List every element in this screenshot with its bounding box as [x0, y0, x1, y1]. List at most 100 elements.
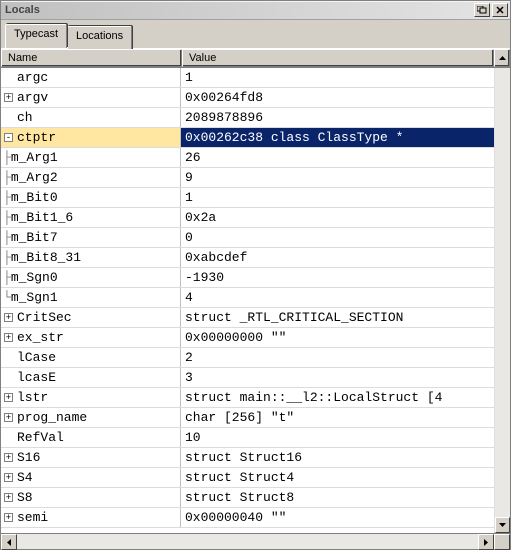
expand-icon[interactable]: +: [3, 492, 14, 503]
scroll-left-button[interactable]: [1, 534, 17, 550]
variable-name: m_Arg1: [11, 148, 58, 167]
cell-name: ├ m_Bit8_31: [1, 248, 181, 267]
variable-name: m_Bit7: [11, 228, 58, 247]
table-row[interactable]: lcasE3: [1, 368, 494, 388]
triangle-down-icon: [499, 523, 506, 527]
scroll-track[interactable]: [495, 68, 510, 517]
close-button[interactable]: [492, 3, 508, 17]
cell-name: ├ m_Bit0: [1, 188, 181, 207]
cell-value: 0x00264fd8: [181, 88, 494, 107]
variable-name: S8: [17, 488, 33, 507]
table-row[interactable]: +semi0x00000040 "": [1, 508, 494, 528]
tab-locations[interactable]: Locations: [67, 26, 132, 50]
table-row[interactable]: +S4struct Struct4: [1, 468, 494, 488]
variable-name: S16: [17, 448, 40, 467]
scroll-down-button[interactable]: [495, 517, 510, 533]
expand-icon[interactable]: +: [3, 412, 14, 423]
table-row[interactable]: -ctptr0x00262c38 class ClassType *: [1, 128, 494, 148]
table-row[interactable]: +S8struct Struct8: [1, 488, 494, 508]
scroll-up-button[interactable]: [494, 49, 510, 67]
tree-line-icon: ├: [3, 168, 11, 187]
variable-name: m_Bit1_6: [11, 208, 73, 227]
cell-value: struct Struct8: [181, 488, 494, 507]
cell-value: 4: [181, 288, 494, 307]
cell-name: argc: [1, 68, 181, 87]
table-row[interactable]: ├ m_Bit70: [1, 228, 494, 248]
cell-value: 2: [181, 348, 494, 367]
table-row[interactable]: lCase 2: [1, 348, 494, 368]
cell-value: 10: [181, 428, 494, 447]
table-row[interactable]: RefVal 10: [1, 428, 494, 448]
cell-name: +lstr: [1, 388, 181, 407]
cell-name: ├ m_Sgn0: [1, 268, 181, 287]
expand-icon[interactable]: +: [3, 452, 14, 463]
grid: argc1+argv0x00264fd8ch2089878896-ctptr0x…: [1, 67, 510, 533]
table-row[interactable]: +prog_namechar [256] "t": [1, 408, 494, 428]
variable-name: argc: [17, 68, 48, 87]
cell-name: lcasE: [1, 368, 181, 387]
table-row[interactable]: ├ m_Sgn0-1930: [1, 268, 494, 288]
titlebar-buttons: [472, 3, 508, 17]
cell-name: +ex_str: [1, 328, 181, 347]
tab-typecast[interactable]: Typecast: [5, 24, 67, 48]
cell-value: char [256] "t": [181, 408, 494, 427]
table-row[interactable]: ├ m_Bit1_60x2a: [1, 208, 494, 228]
cell-value: struct main::__l2::LocalStruct [4: [181, 388, 494, 407]
expand-icon[interactable]: +: [3, 392, 14, 403]
cell-name: +S4: [1, 468, 181, 487]
grid-body: argc1+argv0x00264fd8ch2089878896-ctptr0x…: [1, 68, 494, 533]
triangle-up-icon: [499, 56, 506, 60]
scroll-right-button[interactable]: [478, 534, 494, 550]
table-row[interactable]: ch2089878896: [1, 108, 494, 128]
cell-name: ch: [1, 108, 181, 127]
vertical-scrollbar[interactable]: [494, 68, 510, 533]
cell-name: RefVal: [1, 428, 181, 447]
cell-name: -ctptr: [1, 128, 181, 147]
variable-name: argv: [17, 88, 48, 107]
cell-value: struct Struct4: [181, 468, 494, 487]
table-row[interactable]: └ m_Sgn14: [1, 288, 494, 308]
variable-name: m_Sgn1: [11, 288, 58, 307]
table-row[interactable]: +CritSecstruct _RTL_CRITICAL_SECTION: [1, 308, 494, 328]
hscroll-track[interactable]: [17, 534, 478, 549]
dock-button[interactable]: [474, 3, 490, 17]
table-row[interactable]: +argv 0x00264fd8: [1, 88, 494, 108]
variable-name: lCase: [17, 348, 56, 367]
variable-name: ex_str: [17, 328, 64, 347]
table-row[interactable]: argc1: [1, 68, 494, 88]
variable-name: RefVal: [17, 428, 64, 447]
table-row[interactable]: ├ m_Bit01: [1, 188, 494, 208]
variable-name: m_Bit0: [11, 188, 58, 207]
expand-icon[interactable]: +: [3, 472, 14, 483]
variable-name: ctptr: [17, 128, 56, 147]
expand-icon[interactable]: +: [3, 512, 14, 523]
variable-name: m_Bit8_31: [11, 248, 81, 267]
table-row[interactable]: +ex_str0x00000000 "": [1, 328, 494, 348]
table-row[interactable]: ├ m_Bit8_310xabcdef: [1, 248, 494, 268]
table-row[interactable]: ├ m_Arg29: [1, 168, 494, 188]
expand-icon[interactable]: +: [3, 92, 14, 103]
expand-icon[interactable]: +: [3, 332, 14, 343]
cell-value: 0x2a: [181, 208, 494, 227]
tree-line-icon: ├: [3, 188, 11, 207]
cell-value: 26: [181, 148, 494, 167]
tree-line-icon: ├: [3, 148, 11, 167]
cell-value: struct _RTL_CRITICAL_SECTION: [181, 308, 494, 327]
cell-name: ├ m_Bit1_6: [1, 208, 181, 227]
tree-line-icon: ├: [3, 248, 11, 267]
table-row[interactable]: +lstrstruct main::__l2::LocalStruct [4: [1, 388, 494, 408]
cell-name: +S8: [1, 488, 181, 507]
expand-icon[interactable]: +: [3, 312, 14, 323]
triangle-left-icon: [7, 539, 11, 546]
table-row[interactable]: +S16struct Struct16: [1, 448, 494, 468]
window-title: Locals: [5, 4, 472, 16]
table-row[interactable]: ├ m_Arg126: [1, 148, 494, 168]
cell-value: 0x00000000 "": [181, 328, 494, 347]
header-name[interactable]: Name: [1, 49, 182, 67]
tab-bar: Typecast Locations: [1, 20, 510, 48]
collapse-icon[interactable]: -: [3, 132, 14, 143]
header-value[interactable]: Value: [182, 49, 494, 67]
horizontal-scrollbar[interactable]: [1, 533, 510, 549]
variable-name: S4: [17, 468, 33, 487]
cell-name: ├ m_Arg1: [1, 148, 181, 167]
